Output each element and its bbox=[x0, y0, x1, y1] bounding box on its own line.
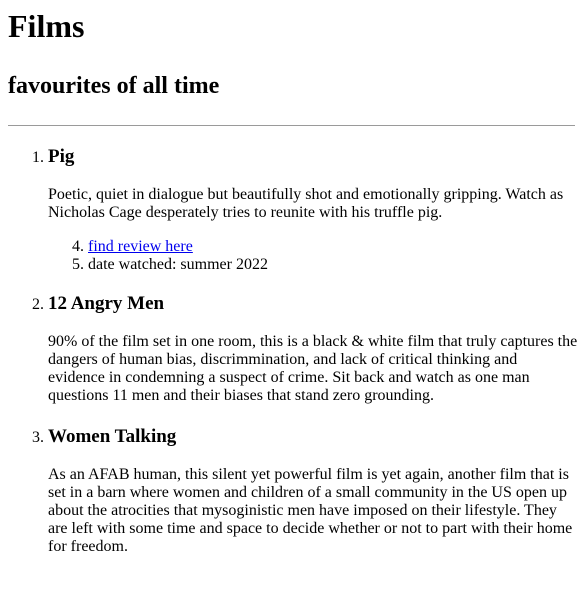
film-title: Pig bbox=[48, 146, 75, 167]
review-link[interactable]: find review here bbox=[88, 238, 193, 255]
film-item-12-angry-men: 12 Angry Men 90% of the film set in one … bbox=[48, 274, 578, 405]
film-title: Women Talking bbox=[48, 426, 177, 447]
date-watched-item: date watched: summer 2022 bbox=[88, 256, 575, 274]
review-item: find review here bbox=[88, 238, 575, 256]
film-list: Pig Poetic, quiet in dialogue but beauti… bbox=[8, 126, 578, 556]
film-details-list: find review here date watched: summer 20… bbox=[48, 238, 575, 274]
film-description: Poetic, quiet in dialogue but beautifull… bbox=[48, 186, 564, 221]
film-item-women-talking: Women Talking As an AFAB human, this sil… bbox=[48, 405, 575, 556]
film-description: As an AFAB human, this silent yet powerf… bbox=[48, 466, 573, 555]
page-subtitle: favourites of all time bbox=[8, 73, 220, 99]
film-item-pig: Pig Poetic, quiet in dialogue but beauti… bbox=[48, 126, 575, 274]
page-title: Films bbox=[8, 8, 85, 44]
film-title: 12 Angry Men bbox=[48, 293, 165, 314]
page: Films favourites of all time Pig Poetic,… bbox=[0, 0, 583, 556]
film-description: 90% of the film set in one room, this is… bbox=[48, 333, 578, 404]
